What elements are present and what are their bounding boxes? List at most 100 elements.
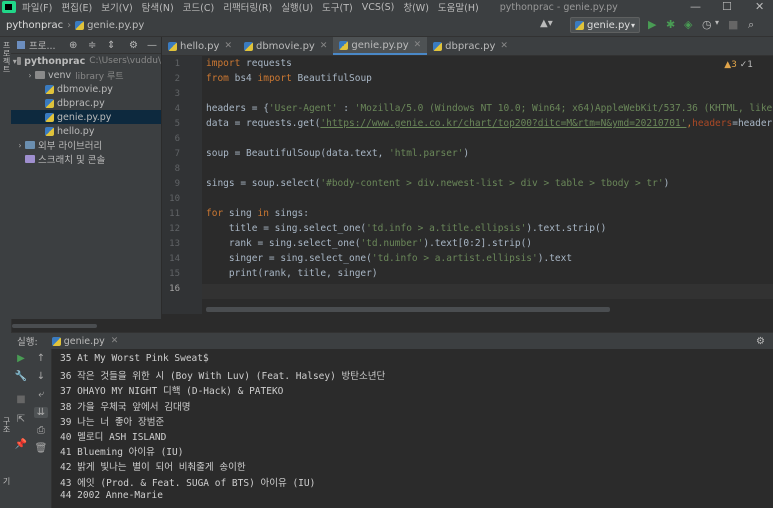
trash-icon[interactable]: 🗑 [34, 443, 48, 454]
project-tree-item-label: genie.py.py [57, 111, 112, 123]
minimize-button[interactable]: — [690, 0, 701, 13]
run-panel-header: 실행: genie.py ✕ ⚙ [11, 332, 773, 349]
menu-navigate[interactable]: 탐색(N) [142, 0, 174, 14]
project-tree-item-label: pythonprac [24, 55, 86, 67]
code-line-7: soup = BeautifulSoup(data.text, 'html.pa… [206, 148, 470, 159]
menu-file[interactable]: 파일(F) [22, 0, 52, 14]
python-file-icon [339, 40, 349, 50]
project-panel-title[interactable]: 프로... [29, 38, 56, 52]
line-number: 11 [169, 209, 180, 219]
close-tab-icon[interactable]: ✕ [320, 41, 328, 51]
close-tab-icon[interactable]: ✕ [111, 336, 119, 346]
menu-tools[interactable]: 도구(T) [322, 0, 353, 14]
breadcrumb-project[interactable]: pythonprac [6, 20, 63, 31]
menu-refactor[interactable]: 리팩터링(R) [223, 0, 272, 14]
run-icon[interactable]: ▶ [648, 18, 656, 31]
maximize-button[interactable]: ☐ [722, 0, 732, 13]
code-line-4: headers = {'User-Agent' : 'Mozilla/5.0 (… [206, 103, 773, 114]
code-line-12: title = sing.select_one('td.info > a.tit… [206, 223, 607, 234]
line-number-gutter: 1 2 3 4 5 6 7 8 9 10 11 12 13 14 15 16 [162, 56, 202, 314]
menu-window[interactable]: 창(W) [403, 0, 429, 14]
project-tree-item-label: dbmovie.py [57, 83, 113, 95]
coverage-icon[interactable]: ◈ [684, 18, 692, 31]
collapse-all-icon[interactable]: ≑ [88, 40, 96, 51]
project-tree-item[interactable]: dbmovie.py [11, 82, 161, 96]
project-horizontal-scrollbar[interactable] [12, 324, 97, 328]
folder-icon [35, 71, 45, 79]
menu-view[interactable]: 보기(V) [101, 0, 132, 14]
python-file-icon [575, 20, 584, 30]
console-output-line: 40 멜로디 ASH ISLAND [60, 432, 167, 443]
project-tree-item[interactable]: genie.py.py [11, 110, 161, 124]
line-number: 12 [169, 224, 180, 234]
line-number: 7 [174, 149, 180, 159]
project-panel: 프로... ⊕ ≑ ⇕ ⚙ — ▾ pythonprac C:\Users\vudd… [11, 37, 161, 319]
stop-icon[interactable]: ■ [728, 18, 738, 31]
expand-arrow-icon[interactable]: › [25, 71, 35, 80]
close-tab-icon[interactable]: ✕ [224, 41, 232, 51]
close-tab-icon[interactable]: ✕ [500, 41, 508, 51]
rerun-icon[interactable]: ▶ [14, 353, 28, 364]
project-tree-item[interactable]: ▾ pythonprac C:\Users\vuddu\ [11, 54, 161, 68]
expand-all-icon[interactable]: ⇕ [107, 40, 115, 51]
editor-tab[interactable]: genie.py.py ✕ [333, 37, 428, 55]
weak-warning-count: ✓1 [739, 60, 753, 70]
project-tree-item[interactable]: hello.py [11, 124, 161, 138]
chevron-down-icon[interactable]: ▾ [715, 18, 719, 27]
inspection-widget[interactable]: ▲3 ✓1 [724, 60, 753, 70]
menu-vcs[interactable]: VCS(S) [362, 2, 395, 13]
editor-tab[interactable]: dbmovie.py ✕ [238, 37, 333, 55]
close-window-button[interactable]: ✕ [755, 0, 764, 13]
line-number: 13 [169, 239, 180, 249]
scratch-icon [25, 155, 35, 163]
gear-icon[interactable]: ⚙ [756, 336, 765, 347]
editor-tab[interactable]: dbprac.py ✕ [427, 37, 514, 55]
breadcrumb-file[interactable]: genie.py.py [87, 20, 144, 31]
project-tree-item-label: 외부 라이브러리 [38, 141, 103, 152]
run-tab-label: genie.py [63, 335, 105, 347]
code-editor[interactable]: ▲3 ✓1 import requests from bs4 import Be… [202, 56, 773, 314]
editor-tab[interactable]: hello.py ✕ [162, 37, 238, 55]
project-tree-item-label: venv [48, 69, 72, 81]
soft-wrap-icon[interactable]: ⤶ [34, 389, 48, 400]
project-icon [17, 41, 25, 49]
menu-edit[interactable]: 편집(E) [61, 0, 92, 14]
hide-panel-icon[interactable]: — [147, 40, 157, 51]
project-tree-item[interactable]: 스크래치 및 콘솔 [11, 152, 161, 166]
debug-icon[interactable]: ✱ [666, 18, 675, 31]
run-configuration-select[interactable]: genie.py ▾ [570, 17, 640, 33]
run-tab[interactable]: genie.py ✕ [51, 335, 119, 347]
profile-icon[interactable]: ◷ [702, 18, 712, 31]
wrench-icon[interactable]: 🔧 [14, 371, 28, 382]
scroll-to-end-icon[interactable]: ⇊ [34, 407, 48, 418]
project-tree-item[interactable]: dbprac.py [11, 96, 161, 110]
line-number: 1 [174, 59, 180, 69]
project-tree-item-label: dbprac.py [57, 97, 105, 109]
expand-arrow-icon[interactable]: › [15, 141, 25, 150]
locate-file-icon[interactable]: ⊕ [69, 40, 77, 51]
menu-code[interactable]: 코드(C) [183, 0, 215, 14]
up-arrow-icon[interactable]: ↑ [34, 353, 48, 364]
project-tree-item-extra: C:\Users\vuddu\ [89, 56, 161, 66]
console-output-line: 35 At My Worst Pink Sweat$ [60, 353, 209, 364]
current-line-highlight [202, 284, 773, 299]
stop-icon[interactable]: ■ [14, 394, 28, 405]
user-icon[interactable]: ▲▾ [540, 18, 553, 29]
gear-icon[interactable]: ⚙ [129, 40, 138, 51]
menu-help[interactable]: 도움말(H) [438, 0, 479, 14]
python-file-icon [51, 336, 61, 346]
down-arrow-icon[interactable]: ↓ [34, 371, 48, 382]
print-icon[interactable]: ⎙ [34, 425, 48, 436]
run-console-output[interactable]: 35 At My Worst Pink Sweat$ 36 작은 것들을 위한 시… [52, 349, 773, 508]
console-output-line: 37 OHAYO MY NIGHT 디핵 (D-Hack) & PATEKO [60, 386, 284, 398]
pin-icon[interactable]: 📌 [14, 439, 28, 450]
editor-horizontal-scrollbar[interactable] [206, 307, 610, 312]
console-output-line: 39 나는 너 좋아 장범준 [60, 416, 165, 428]
project-tree-item[interactable]: › 외부 라이브러리 [11, 138, 161, 153]
search-everywhere-icon[interactable]: ⌕ [748, 18, 754, 32]
python-file-icon [45, 84, 54, 94]
menu-run[interactable]: 실행(U) [281, 0, 313, 14]
project-tree-item[interactable]: › venv library 루트 [11, 68, 161, 82]
restore-layout-icon[interactable]: ⇱ [14, 414, 28, 425]
close-tab-icon[interactable]: ✕ [414, 40, 422, 50]
